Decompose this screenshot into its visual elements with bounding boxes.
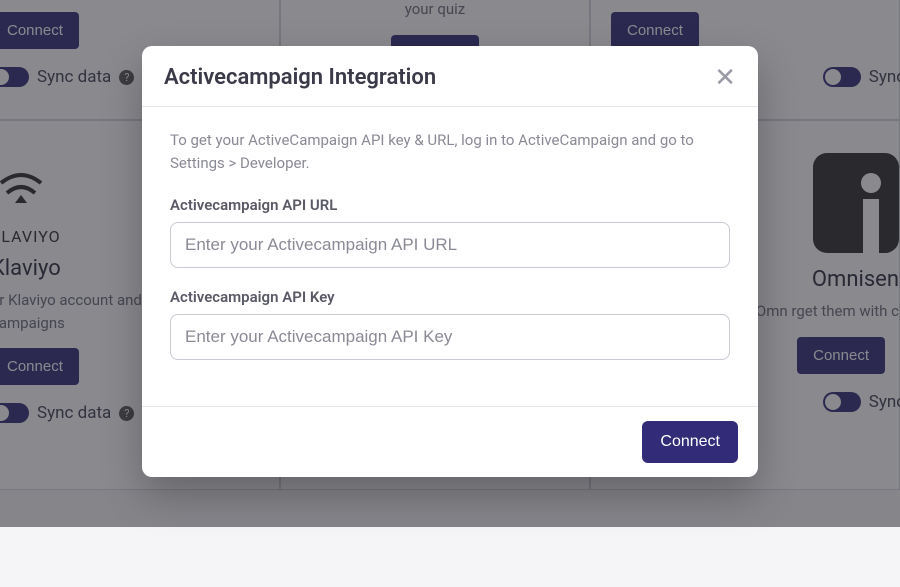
modal-overlay[interactable]: Activecampaign Integration ✕ To get your… — [0, 0, 900, 527]
modal-connect-button[interactable]: Connect — [642, 421, 738, 463]
modal-header: Activecampaign Integration ✕ — [142, 46, 758, 107]
activecampaign-modal: Activecampaign Integration ✕ To get your… — [142, 46, 758, 477]
modal-hint: To get your ActiveCampaign API key & URL… — [170, 129, 730, 174]
modal-body: To get your ActiveCampaign API key & URL… — [142, 107, 758, 406]
modal-footer: Connect — [142, 406, 758, 477]
close-icon[interactable]: ✕ — [714, 64, 736, 90]
modal-title: Activecampaign Integration — [164, 65, 436, 90]
api-key-label: Activecampaign API Key — [170, 288, 730, 306]
api-url-label: Activecampaign API URL — [170, 196, 730, 214]
api-key-input[interactable] — [170, 314, 730, 360]
api-url-input[interactable] — [170, 222, 730, 268]
